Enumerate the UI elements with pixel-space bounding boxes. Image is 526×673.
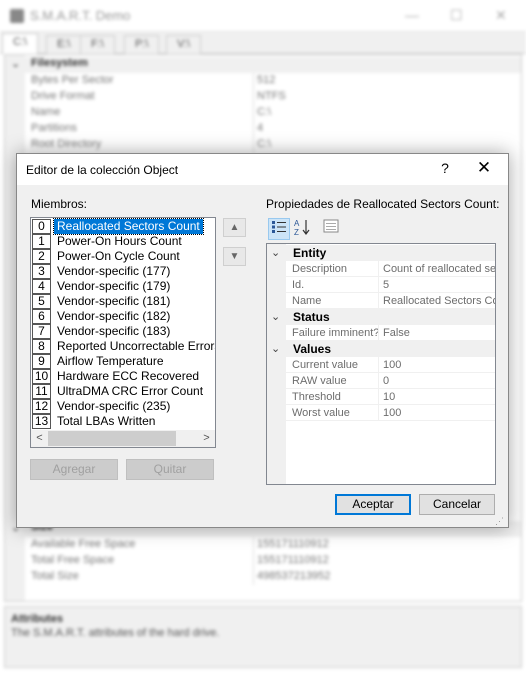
property-row[interactable]: Failure imminent? False [286, 325, 495, 341]
list-item[interactable]: 9 Airflow Temperature [31, 354, 215, 369]
list-item[interactable]: 0 Reallocated Sectors Count [31, 218, 215, 235]
list-item[interactable]: 12 Vendor-specific (235) [31, 399, 215, 414]
property-row[interactable]: Threshold 10 [286, 389, 495, 405]
dialog-titlebar: Editor de la colección Object ? ✕ [17, 154, 508, 185]
bg-row: Root Directory C:\ [5, 137, 521, 153]
bg-row: Available Free Space 155171110912 [5, 537, 521, 553]
cancel-button[interactable]: Cancelar [419, 494, 495, 515]
property-row[interactable]: Current value 100 [286, 357, 495, 373]
svg-text:Z: Z [294, 228, 299, 236]
dialog-title: Editor de la colección Object [26, 163, 179, 177]
bg-row: Partitions 4 [5, 121, 521, 137]
category-values[interactable]: ⌄ Values [267, 341, 495, 357]
properties-label: Propiedades de Reallocated Sectors Count… [266, 197, 500, 211]
close-icon[interactable]: ✕ [472, 158, 496, 180]
collapse-icon[interactable]: ⌄ [271, 309, 280, 325]
list-item[interactable]: 10 Hardware ECC Recovered [31, 369, 215, 384]
list-item[interactable]: 2 Power-On Cycle Count [31, 249, 215, 264]
scroll-right-icon[interactable]: > [198, 430, 215, 447]
tab-e[interactable]: E:\ [46, 35, 82, 54]
description-title: Attributes [11, 613, 63, 625]
collapse-icon[interactable]: ⌄ [271, 245, 280, 261]
list-item[interactable]: 11 UltraDMA CRC Error Count [31, 384, 215, 399]
category-status[interactable]: ⌄ Status [267, 309, 495, 325]
app-icon [10, 9, 24, 23]
horizontal-scrollbar[interactable]: < > [31, 430, 215, 447]
tab-f[interactable]: F:\ [80, 35, 115, 54]
drive-tabs: C:\ E:\ F:\ P:\ V:\ [0, 32, 526, 54]
property-row[interactable]: Id. 5 [286, 277, 495, 293]
resize-grip-icon[interactable]: ⋰ [495, 516, 504, 527]
svg-text:A: A [294, 219, 300, 228]
maximize-icon[interactable]: ☐ [450, 7, 463, 24]
remove-button[interactable]: Quitar [126, 459, 214, 480]
tab-v[interactable]: V:\ [166, 35, 202, 54]
members-label: Miembros: [31, 197, 88, 211]
bg-row: Name C:\ [5, 105, 521, 121]
properties-grid[interactable]: ⌄ Entity Description Count of reallocated … [266, 243, 496, 485]
bg-row: Total Free Space 155171110912 [5, 553, 521, 569]
filesystem-category[interactable]: ⌄ Filesystem [5, 57, 521, 73]
collection-editor-dialog: Editor de la colección Object ? ✕ Miembr… [16, 153, 509, 528]
list-item[interactable]: 8 Reported Uncorrectable Errors [31, 339, 215, 354]
background-description-pane: Attributes The S.M.A.R.T. attributes of … [4, 606, 522, 668]
property-row[interactable]: NameReallocated Sectors Count [286, 293, 495, 309]
categorized-icon[interactable] [268, 218, 290, 240]
property-row[interactable]: Worst value 100 [286, 405, 495, 421]
window-titlebar: S.M.A.R.T. Demo — ☐ ✕ [0, 0, 526, 32]
minimize-icon[interactable]: — [405, 7, 419, 23]
tab-p[interactable]: P:\ [124, 35, 160, 54]
list-item[interactable]: 5 Vendor-specific (181) [31, 294, 215, 309]
property-row[interactable]: RAW value 0 [286, 373, 495, 389]
bg-row: Drive Format NTFS [5, 89, 521, 105]
collapse-icon[interactable]: ⌄ [271, 341, 280, 357]
tab-c[interactable]: C:\ [2, 33, 39, 54]
scroll-thumb[interactable] [48, 431, 176, 446]
add-button[interactable]: Agregar [30, 459, 118, 480]
description-text: The S.M.A.R.T. attributes of the hard dr… [11, 627, 220, 639]
close-icon[interactable]: ✕ [495, 7, 507, 24]
category-entity[interactable]: ⌄ Entity [267, 245, 495, 261]
move-up-button[interactable]: ▲ [223, 218, 246, 237]
help-icon[interactable]: ? [437, 160, 453, 176]
list-item[interactable]: 4 Vendor-specific (179) [31, 279, 215, 294]
move-down-button[interactable]: ▼ [223, 247, 246, 266]
list-item[interactable]: 6 Vendor-specific (182) [31, 309, 215, 324]
property-row[interactable]: DescriptionCount of reallocated sectors [286, 261, 495, 277]
scroll-left-icon[interactable]: < [31, 430, 48, 447]
members-list[interactable]: 0 Reallocated Sectors Count 1 Power-On Hou… [30, 217, 216, 448]
property-pages-icon[interactable] [320, 218, 342, 240]
sort-alphabetical-icon[interactable]: AZ [291, 218, 313, 240]
bg-row: Total Size 498537213952 [5, 569, 521, 585]
window-title: S.M.A.R.T. Demo [30, 8, 131, 23]
accept-button[interactable]: Aceptar [335, 494, 411, 515]
list-item[interactable]: 3 Vendor-specific (177) [31, 264, 215, 279]
bg-row: Bytes Per Sector 512 [5, 73, 521, 89]
list-item[interactable]: 1 Power-On Hours Count [31, 234, 215, 249]
list-item[interactable]: 7 Vendor-specific (183) [31, 324, 215, 339]
list-item[interactable]: 13 Total LBAs Written [31, 414, 215, 429]
